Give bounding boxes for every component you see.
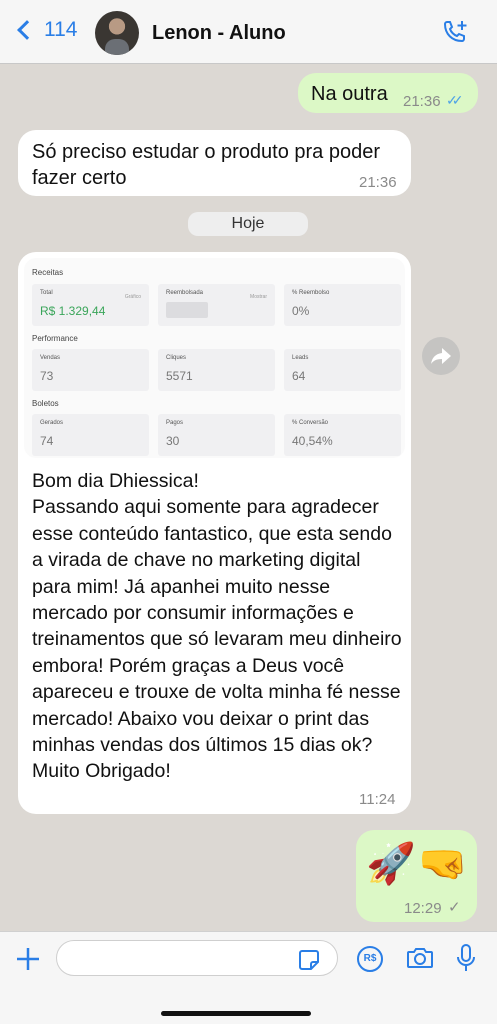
payment-button[interactable]: R$ [357, 946, 383, 972]
message-time: 21:36 [359, 174, 397, 191]
message-bubble-outgoing[interactable]: Na outra 21:36 ✓✓ [298, 73, 478, 113]
stat-value: 40,54% [292, 434, 333, 448]
stat-label: Gerados [40, 420, 64, 426]
stat-label: % Conversão [292, 420, 329, 426]
stat-value: 64 [292, 369, 306, 383]
message-text: Bom dia Dhiessica! Passando aqui somente… [32, 470, 402, 783]
image-message-bubble[interactable]: Receitas Total Gráfico R$ 1.329,44 Reemb… [18, 252, 411, 814]
stat-label: Pagos [166, 420, 184, 426]
read-receipt-icon: ✓✓ [446, 92, 464, 108]
stat-card: % Reembolso 0% [284, 284, 401, 326]
message-text: Só preciso estudar o produto pra poder f… [32, 141, 380, 189]
stat-link: Mostrar [250, 294, 267, 300]
home-indicator [161, 1011, 311, 1016]
stat-label: Vendas [40, 355, 61, 361]
dashboard-screenshot[interactable]: Receitas Total Gráfico R$ 1.329,44 Reemb… [24, 258, 405, 458]
message-composer: R$ [0, 931, 497, 1024]
stat-value: 0% [292, 304, 310, 318]
section-title: Boletos [32, 399, 59, 408]
avatar[interactable] [95, 11, 139, 55]
stat-value: 5571 [166, 369, 193, 383]
add-call-icon[interactable] [440, 18, 470, 48]
message-bubble-outgoing[interactable]: 🚀 🤜 12:29 ✓ [356, 830, 477, 922]
stat-card: Vendas 73 [32, 349, 149, 391]
forward-button[interactable] [422, 337, 460, 375]
stat-value: R$ 1.329,44 [40, 304, 106, 318]
sent-check-icon: ✓ [448, 899, 461, 916]
stat-label: Total [40, 290, 53, 296]
forward-icon [431, 348, 451, 364]
fist-emoji: 🤜 [418, 842, 468, 886]
stat-value: 30 [166, 434, 180, 448]
stat-card: Pagos 30 [158, 414, 275, 456]
stat-card: Total Gráfico R$ 1.329,44 [32, 284, 149, 326]
contact-name[interactable]: Lenon - Aluno [152, 22, 286, 45]
section-title: Receitas [32, 268, 64, 277]
section-title: Performance [32, 334, 78, 343]
microphone-icon[interactable] [456, 943, 476, 973]
stat-value: 73 [40, 369, 54, 383]
message-bubble-incoming[interactable]: Só preciso estudar o produto pra poder f… [18, 130, 411, 196]
message-time: 12:29 [404, 900, 442, 917]
unread-count: 114 [44, 18, 78, 41]
stat-card: Reembolsada Mostrar [158, 284, 275, 326]
stat-card: % Conversão 40,54% [284, 414, 401, 456]
stat-label: Reembolsada [166, 290, 204, 296]
stat-value: 74 [40, 434, 54, 448]
rocket-emoji: 🚀 [366, 842, 416, 886]
stat-label: % Reembolso [292, 290, 330, 296]
back-button[interactable]: 114 [14, 18, 77, 42]
stat-card: Cliques 5571 [158, 349, 275, 391]
message-input[interactable] [56, 940, 338, 976]
stat-card: Leads 64 [284, 349, 401, 391]
message-time: 11:24 [359, 791, 396, 808]
sticker-icon[interactable] [298, 949, 320, 971]
stat-card: Gerados 74 [32, 414, 149, 456]
stat-label: Leads [292, 355, 309, 361]
stat-link: Gráfico [124, 294, 141, 300]
camera-icon[interactable] [406, 946, 434, 970]
date-separator: Hoje [188, 212, 308, 236]
stat-label: Cliques [166, 355, 187, 361]
message-text: Na outra [311, 83, 388, 105]
plus-icon[interactable] [15, 946, 41, 972]
chat-header: 114 Lenon - Aluno [0, 0, 497, 64]
message-time: 21:36 [403, 93, 441, 110]
hidden-value [166, 302, 208, 318]
chevron-left-icon [17, 20, 37, 40]
